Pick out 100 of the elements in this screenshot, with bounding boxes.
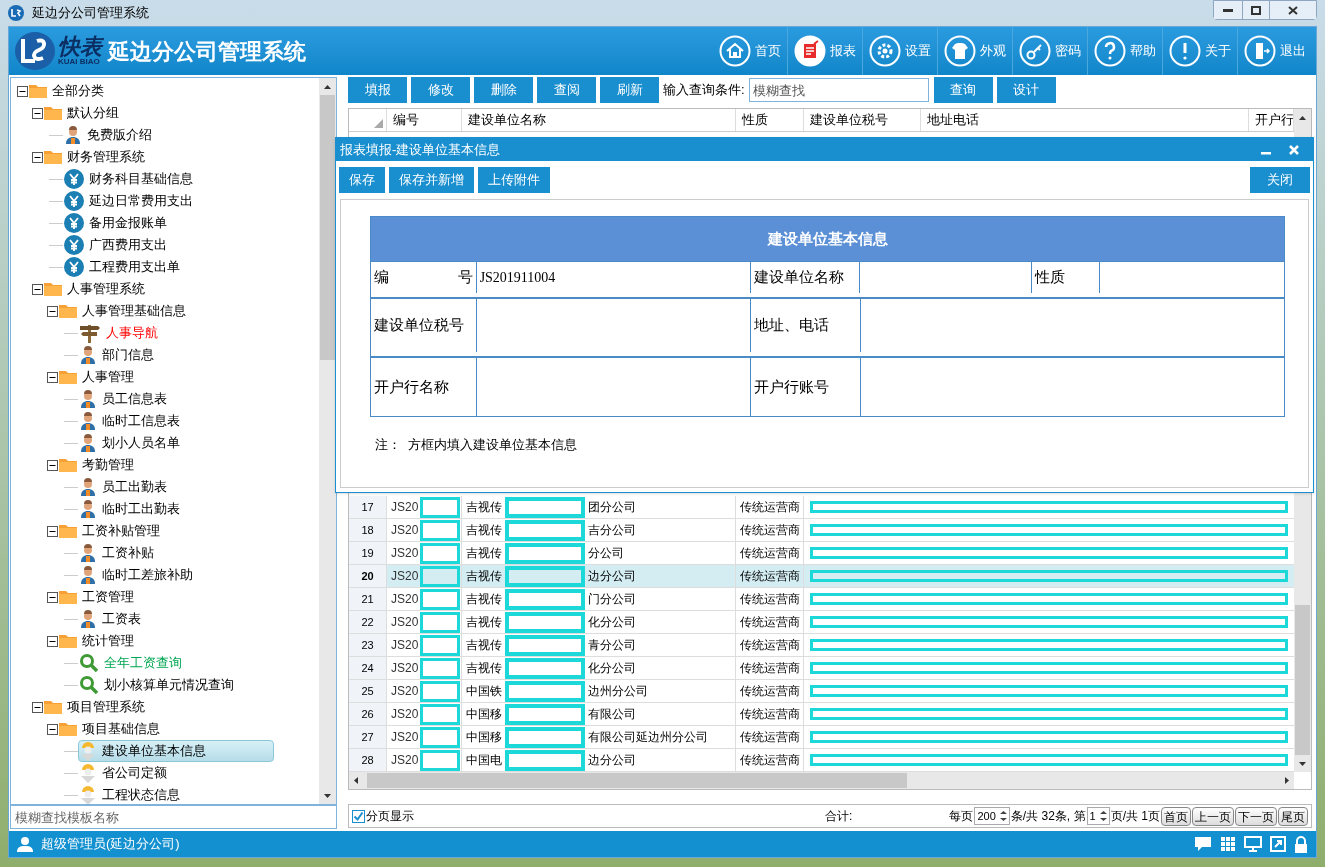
collapse-toggle-icon[interactable] [47, 591, 58, 603]
nav-button[interactable]: 退出 [1237, 27, 1312, 75]
collapse-toggle-icon[interactable] [32, 151, 43, 163]
query-field[interactable]: 模糊查找 [748, 78, 929, 102]
tree-item[interactable]: 划小核算单元情况查询 [78, 674, 239, 696]
paging-checkbox[interactable]: 分页显示 [352, 807, 414, 826]
scrollbar-thumb[interactable] [320, 95, 335, 360]
tree-item[interactable]: 工资补贴 [78, 542, 159, 564]
column-header[interactable]: 建设单位税号 [804, 109, 921, 131]
pager-button[interactable]: 上一页 [1192, 806, 1234, 826]
tree-item[interactable]: 免费版介绍 [63, 124, 157, 146]
template-search-field[interactable]: 模糊查找模板名称 [10, 805, 337, 829]
tree-item[interactable]: 延边日常费用支出 [63, 190, 198, 212]
column-header[interactable]: 建设单位名称 [462, 109, 736, 131]
table-row[interactable]: 25 JS20 中国铁 边州分公司 传统运营商 [349, 680, 1294, 704]
tree-item[interactable]: 备用金报账单 [63, 212, 172, 234]
table-row[interactable]: 24 JS20 吉视传 化分公司 传统运营商 [349, 657, 1294, 681]
minimize-button[interactable] [1214, 1, 1242, 19]
collapse-toggle-icon[interactable] [47, 305, 58, 317]
scrollbar-thumb[interactable] [1295, 605, 1310, 756]
nav-button[interactable]: 密码 [1012, 27, 1087, 75]
collapse-toggle-icon[interactable] [32, 107, 43, 119]
page-spinner[interactable]: 1 [1086, 807, 1110, 826]
collapse-toggle-icon[interactable] [32, 701, 43, 713]
checkbox-icon[interactable] [352, 809, 365, 823]
tree-item[interactable]: 考勤管理 [58, 454, 139, 476]
query-button[interactable]: 查询 [933, 77, 993, 103]
table-row[interactable]: 18 JS20 吉视传 吉分公司 传统运营商 [349, 519, 1294, 543]
collapse-toggle-icon[interactable] [47, 635, 58, 647]
collapse-toggle-icon[interactable] [32, 283, 43, 295]
lock-icon[interactable] [1294, 835, 1308, 853]
dialog-toolbar-button[interactable]: 保存 [339, 167, 385, 193]
tree-item[interactable]: 工资表 [78, 608, 146, 630]
scrollbar-thumb[interactable] [367, 773, 907, 789]
tree-item[interactable]: 部门信息 [78, 344, 159, 366]
tree-item[interactable]: 广西费用支出 [63, 234, 172, 256]
close-icon[interactable] [1289, 144, 1299, 155]
tree-item[interactable]: 人事导航 [78, 322, 163, 344]
horizontal-scrollbar[interactable] [349, 772, 1294, 790]
tree-item[interactable]: 统计管理 [58, 630, 139, 652]
dialog-toolbar-button[interactable]: 上传附件 [478, 167, 550, 193]
tree-item[interactable]: 省公司定额 [78, 762, 172, 784]
table-row[interactable]: 20 JS20 吉视传 边分公司 传统运营商 [349, 565, 1294, 589]
query-button[interactable]: 设计 [996, 77, 1056, 103]
tree-item[interactable]: 人事管理系统 [43, 278, 150, 300]
table-row[interactable]: 21 JS20 吉视传 门分公司 传统运营商 [349, 588, 1294, 612]
tree-item[interactable]: 划小人员名单 [78, 432, 185, 454]
nav-button[interactable]: 关于 [1162, 27, 1237, 75]
dialog-toolbar-button[interactable]: 保存并新增 [389, 167, 474, 193]
external-link-icon[interactable] [1270, 836, 1286, 852]
tree-item[interactable]: 项目基础信息 [58, 718, 165, 740]
toolbar-button[interactable]: 修改 [411, 77, 470, 103]
table-row[interactable]: 23 JS20 吉视传 青分公司 传统运营商 [349, 634, 1294, 658]
table-row[interactable]: 19 JS20 吉视传 分公司 传统运营商 [349, 542, 1294, 566]
tree-item[interactable]: 员工信息表 [78, 388, 172, 410]
tree-item[interactable]: 人事管理 [58, 366, 139, 388]
collapse-toggle-icon[interactable] [47, 459, 58, 471]
nav-button[interactable]: 设置 [862, 27, 937, 75]
grid-icon[interactable] [1220, 836, 1236, 852]
toolbar-button[interactable]: 刷新 [600, 77, 659, 103]
collapse-toggle-icon[interactable] [47, 723, 58, 735]
close-button[interactable] [1270, 1, 1316, 19]
table-row[interactable]: 17 JS20 吉视传 团分公司 传统运营商 [349, 496, 1294, 520]
collapse-toggle-icon[interactable] [47, 525, 58, 537]
maximize-button[interactable] [1242, 1, 1270, 19]
pager-button[interactable]: 尾页 [1278, 806, 1308, 826]
pager-button[interactable]: 下一页 [1235, 806, 1277, 826]
form-field[interactable]: JS201911004 [475, 262, 750, 293]
tree-item[interactable]: 临时工差旅补助 [78, 564, 198, 586]
column-header[interactable]: 地址电话 [921, 109, 1249, 131]
chat-icon[interactable] [1194, 836, 1212, 852]
table-row[interactable]: 26 JS20 中国移 有限公司 传统运营商 [349, 703, 1294, 727]
nav-button[interactable]: 首页 [713, 27, 787, 75]
tree-item[interactable]: 工程费用支出单 [63, 256, 185, 278]
tree-item[interactable]: 工程状态信息 [78, 784, 185, 804]
toolbar-button[interactable]: 填报 [348, 77, 407, 103]
tree-item[interactable]: 员工出勤表 [78, 476, 172, 498]
tree-item[interactable]: 全部分类 [28, 80, 109, 102]
column-header[interactable]: 编号 [387, 109, 462, 131]
tree-item[interactable]: 财务管理系统 [43, 146, 150, 168]
toolbar-button[interactable]: 查阅 [537, 77, 596, 103]
tree-item[interactable]: 工资管理 [58, 586, 139, 608]
toolbar-button[interactable]: 删除 [474, 77, 533, 103]
tree-item[interactable]: 默认分组 [43, 102, 124, 124]
pager-button[interactable]: 首页 [1161, 806, 1191, 826]
tree-item[interactable]: 建设单位基本信息 [78, 740, 274, 762]
tree-item[interactable]: 人事管理基础信息 [58, 300, 191, 322]
column-header[interactable]: 性质 [736, 109, 804, 131]
dialog-close-button[interactable]: 关闭 [1250, 167, 1310, 193]
collapse-toggle-icon[interactable] [17, 85, 28, 97]
scrollbar[interactable] [319, 78, 336, 804]
nav-button[interactable]: 外观 [937, 27, 1012, 75]
monitor-icon[interactable] [1244, 836, 1262, 852]
tree-item[interactable]: 工资补贴管理 [58, 520, 165, 542]
table-row[interactable]: 22 JS20 吉视传 化分公司 传统运营商 [349, 611, 1294, 635]
tree-item[interactable]: 财务科目基础信息 [63, 168, 198, 190]
tree-item[interactable]: 临时工出勤表 [78, 498, 185, 520]
collapse-toggle-icon[interactable] [47, 371, 58, 383]
table-row[interactable]: 27 JS20 中国移 有限公司延边州分公司 传统运营商 [349, 726, 1294, 750]
per-page-spinner[interactable]: 200 [974, 807, 1010, 826]
